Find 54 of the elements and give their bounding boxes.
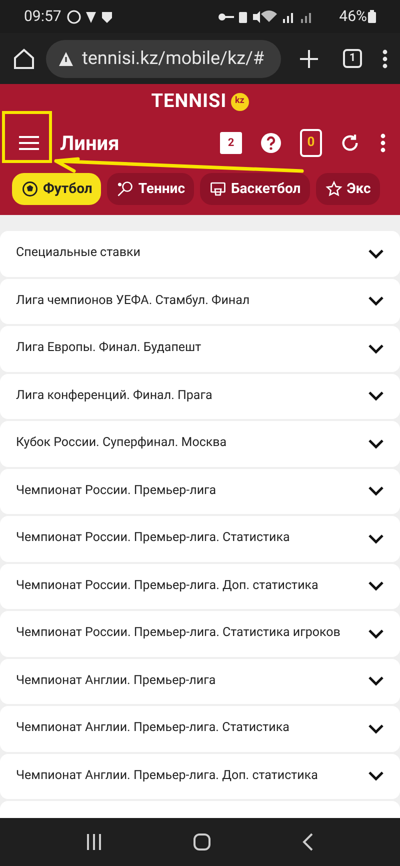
league-row[interactable]: Специальные ставки <box>0 231 400 276</box>
url-field[interactable]: tennisi.kz/mobile/kz/# <box>46 40 281 78</box>
more-icon[interactable] <box>382 48 388 68</box>
sport-tab[interactable]: Экс <box>316 173 380 205</box>
recent-apps-icon[interactable] <box>86 834 102 850</box>
league-row[interactable]: Чемпионат Англии. Премьер-лига <box>0 658 400 704</box>
basketball-hoop-icon <box>209 180 228 198</box>
chevron-down-icon <box>368 771 384 782</box>
racket-icon <box>116 180 134 198</box>
league-row[interactable]: Лига Европы. Финал. Будапешт <box>0 326 400 372</box>
status-time: 09:57 <box>24 6 62 28</box>
soccer-ball-icon <box>21 180 39 198</box>
league-row[interactable]: Чемпионат Англии. Премьер-лига. Статистика <box>0 706 400 752</box>
league-row[interactable]: Кубок России. Суперфинал. Москва <box>0 421 400 466</box>
page-title: Линия <box>60 130 120 157</box>
coupon-button[interactable]: 0 <box>300 129 322 157</box>
help-icon[interactable] <box>260 132 282 154</box>
refresh-icon[interactable] <box>340 133 360 153</box>
league-row[interactable]: Чемпионат России. Премьер-лига. Статистика игроков <box>0 611 400 656</box>
league-row[interactable]: Лига конференций. Финал. Прага <box>0 374 400 419</box>
menu-icon[interactable] <box>18 134 40 152</box>
chevron-down-icon <box>368 581 384 592</box>
league-row[interactable]: Чемпионат России. Премьер-лига. Статистика <box>0 516 400 562</box>
battery-icon <box>368 10 376 23</box>
logo-badge: kz <box>230 92 249 110</box>
highlight-box <box>2 111 52 163</box>
chevron-down-icon <box>368 296 384 306</box>
chevron-down-icon <box>368 676 384 686</box>
logo: TENNISI <box>151 88 227 114</box>
messages-button[interactable]: 2 <box>220 132 242 154</box>
league-row[interactable]: Чемпионат Англии. Премьер-лига. Доп. статистика <box>0 754 400 799</box>
star-icon <box>324 180 343 198</box>
home-icon[interactable] <box>12 46 36 70</box>
battery-percent: 46% <box>339 6 367 28</box>
chevron-down-icon <box>368 438 384 449</box>
back-icon[interactable] <box>302 833 314 851</box>
chevron-down-icon <box>368 486 384 496</box>
warning-icon <box>58 50 74 66</box>
chevron-down-icon <box>368 248 384 259</box>
url-text: tennisi.kz/mobile/kz/# <box>82 47 264 71</box>
more-icon[interactable] <box>380 133 386 153</box>
league-row[interactable]: Лига чемпионов УЕФА. Стамбул. Финал <box>0 278 400 324</box>
home-nav-icon[interactable] <box>192 833 211 851</box>
chevron-down-icon <box>368 344 384 354</box>
chevron-down-icon <box>368 534 384 544</box>
league-row[interactable]: Чемпионат России. Премьер-лига <box>0 468 400 514</box>
sport-tab[interactable]: Баскетбол <box>200 173 310 205</box>
league-row[interactable]: Чемпионат России. Премьер-лига. Доп. статистика <box>0 564 400 609</box>
sport-tab[interactable]: Теннис <box>107 173 194 205</box>
tab-count[interactable]: 1 <box>343 49 362 68</box>
chevron-down-icon <box>368 628 384 639</box>
chevron-down-icon <box>368 724 384 734</box>
sport-tab[interactable]: Футбол <box>12 173 102 205</box>
chevron-down-icon <box>368 391 384 402</box>
